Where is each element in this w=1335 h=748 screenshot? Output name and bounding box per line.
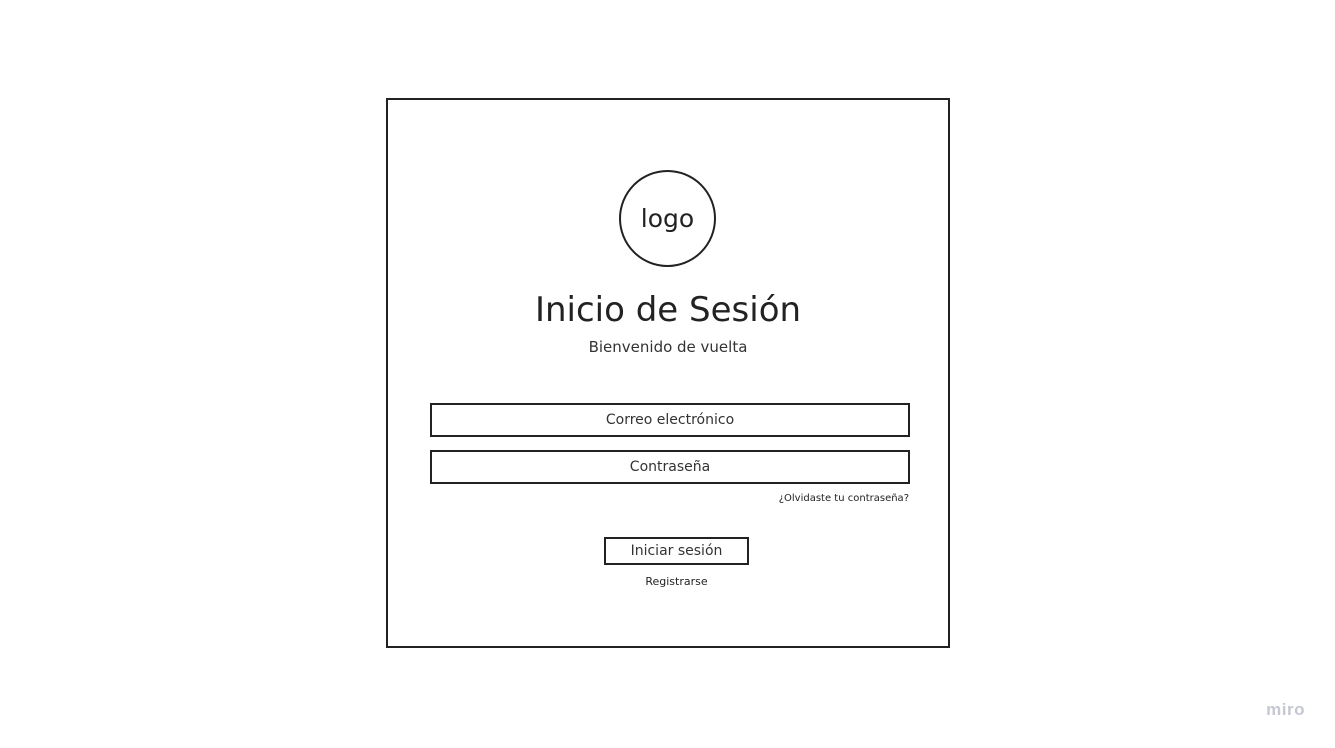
miro-watermark: miro (1266, 700, 1305, 719)
logo-placeholder: logo (619, 170, 716, 267)
register-link[interactable]: Registrarse (604, 575, 749, 588)
page-subtitle: Bienvenido de vuelta (588, 338, 748, 356)
canvas: logo Inicio de Sesión Bienvenido de vuel… (0, 0, 1335, 748)
login-button[interactable]: Iniciar sesión (604, 537, 749, 565)
password-field[interactable] (430, 450, 910, 484)
logo-text: logo (640, 204, 695, 233)
forgot-password-link[interactable]: ¿Olvidaste tu contraseña? (779, 493, 909, 504)
page-title: Inicio de Sesión (534, 290, 802, 330)
email-field[interactable] (430, 403, 910, 437)
